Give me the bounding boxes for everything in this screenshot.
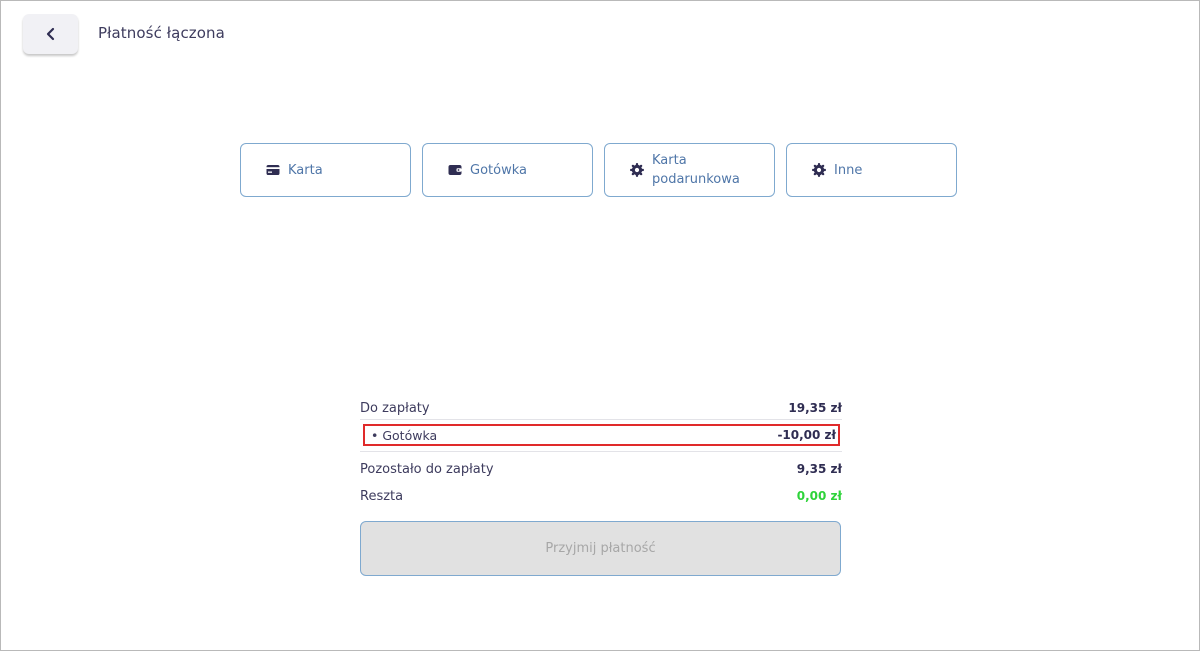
method-cash-button[interactable]: Gotówka — [422, 143, 593, 197]
payment-screen: Płatność łączona Karta Gotówka Karta pod… — [0, 0, 1200, 651]
remaining-value: 9,35 zł — [796, 462, 842, 476]
change-label: Reszta — [360, 488, 404, 504]
amount-due-row: Do zapłaty 19,35 zł — [360, 397, 842, 420]
change-value: 0,00 zł — [796, 489, 842, 503]
method-other-label: Inne — [834, 162, 863, 178]
chevron-left-icon — [46, 27, 54, 41]
wallet-icon — [448, 163, 462, 177]
method-card-button[interactable]: Karta — [240, 143, 411, 197]
payment-item-value: -10,00 zł — [777, 428, 836, 442]
back-button[interactable] — [23, 14, 78, 54]
payment-methods: Karta Gotówka Karta podarunkowa Inne — [240, 143, 957, 197]
method-cash-label: Gotówka — [470, 162, 527, 178]
method-gift-card-button[interactable]: Karta podarunkowa — [604, 143, 775, 197]
remaining-label: Pozostało do zapłaty — [360, 461, 494, 477]
amount-due-label: Do zapłaty — [360, 400, 430, 416]
amount-due-value: 19,35 zł — [788, 401, 842, 415]
other-payment-icon — [812, 163, 826, 177]
method-other-button[interactable]: Inne — [786, 143, 957, 197]
credit-card-icon — [266, 163, 280, 177]
method-gift-card-label: Karta podarunkowa — [652, 153, 740, 187]
gift-card-icon — [630, 163, 644, 177]
method-card-label: Karta — [288, 162, 323, 178]
accept-payment-button[interactable]: Przyjmij płatność — [360, 521, 841, 576]
payment-summary: Do zapłaty 19,35 zł • Gotówka -10,00 zł … — [360, 397, 842, 576]
payment-item-label: • Gotówka — [371, 427, 438, 443]
summary-divider — [360, 451, 842, 452]
page-title: Płatność łączona — [98, 24, 225, 42]
payment-item-row[interactable]: • Gotówka -10,00 zł — [363, 424, 840, 446]
remaining-row: Pozostało do zapłaty 9,35 zł — [360, 458, 842, 480]
change-row: Reszta 0,00 zł — [360, 485, 842, 507]
